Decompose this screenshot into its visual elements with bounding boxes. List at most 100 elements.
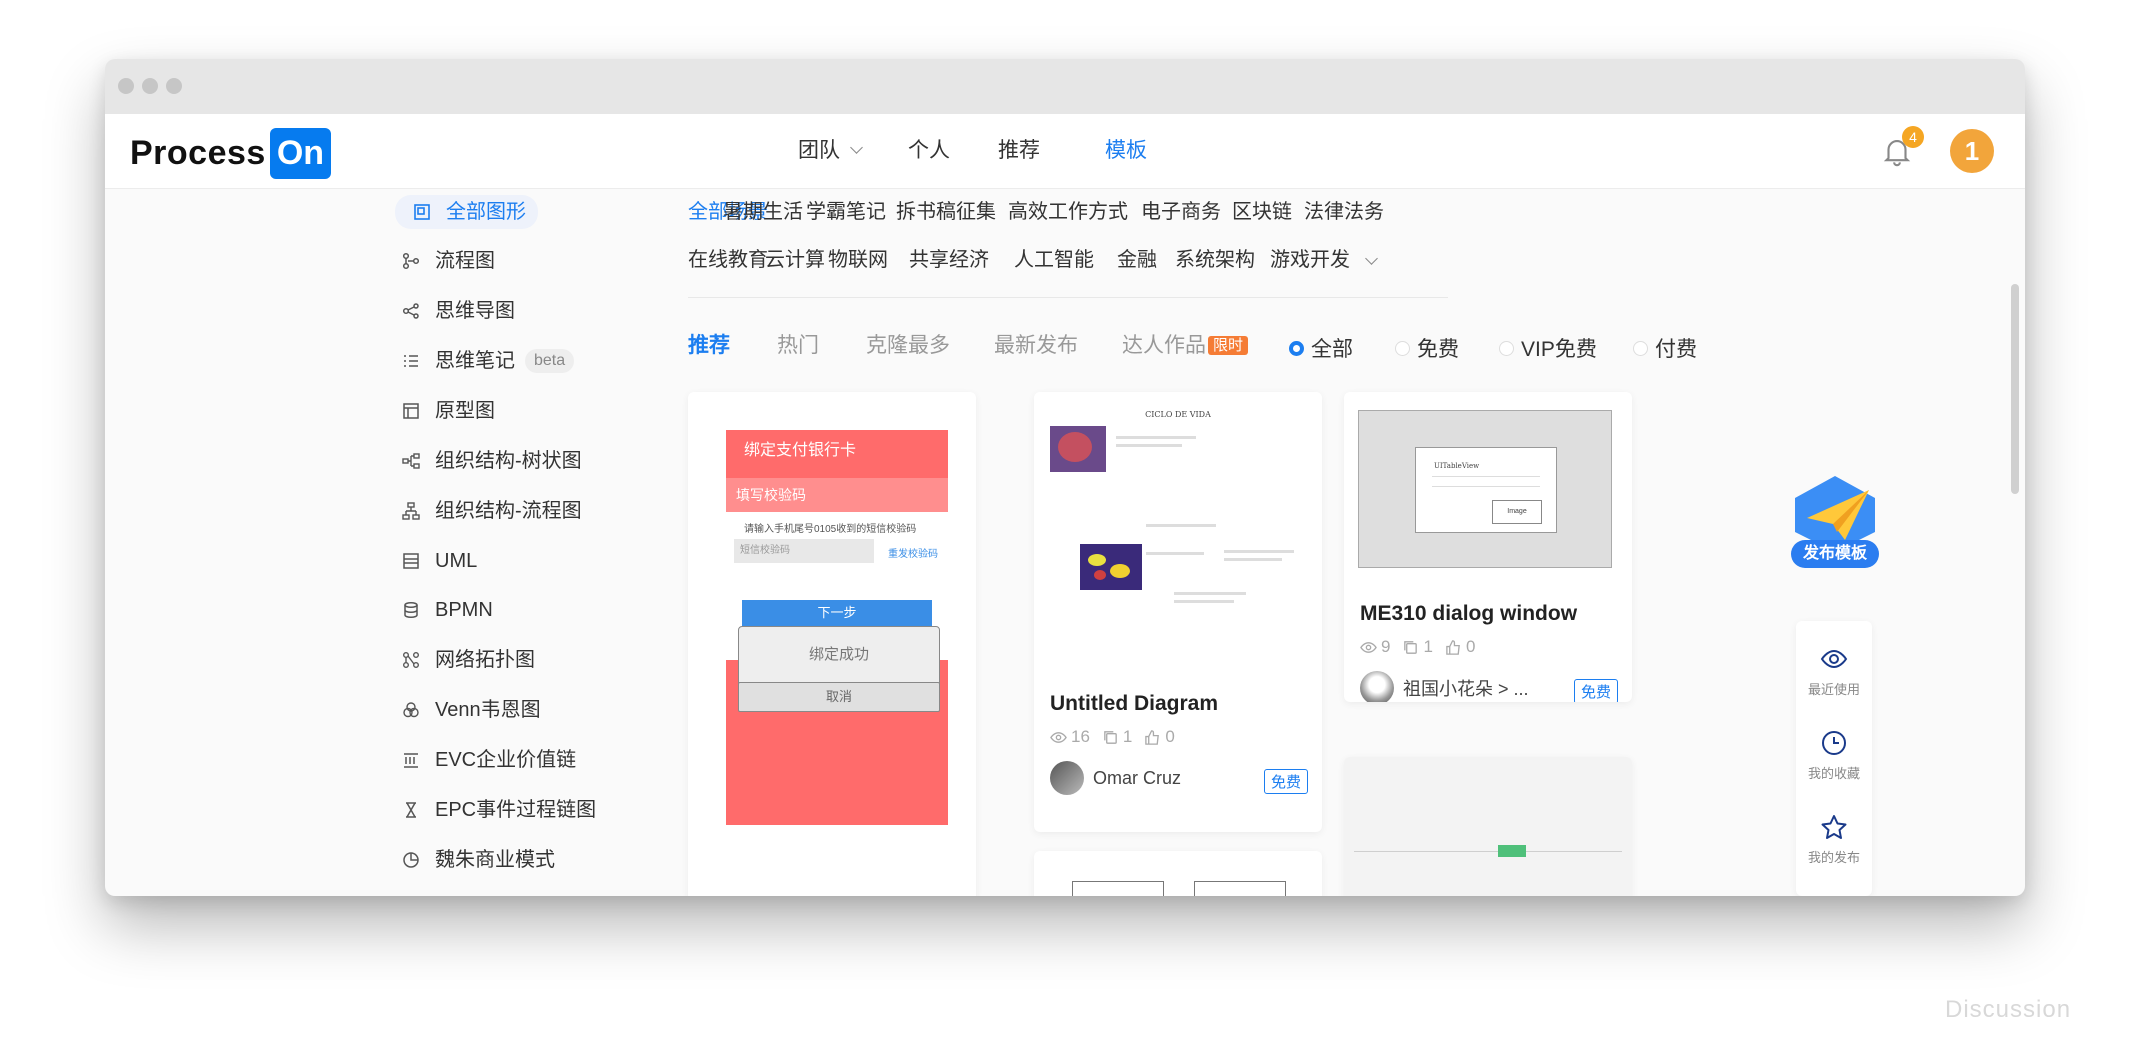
logo-badge: On (269, 128, 332, 179)
sidebar-item-all-shapes[interactable]: 全部图形 (395, 195, 538, 229)
category-cloud[interactable]: 云计算 (765, 243, 825, 272)
tab-expert[interactable]: 达人作品 限时 (1122, 329, 1249, 359)
sidebar-item-network[interactable]: 网络拓扑图 (392, 644, 535, 676)
star-icon (1821, 815, 1847, 839)
card-author[interactable]: 祖国小花朵 > ... (1360, 671, 1529, 702)
epc-icon (406, 802, 416, 818)
window-close-button[interactable] (118, 78, 134, 94)
sidebar-item-org-flow[interactable]: 组织结构-流程图 (392, 495, 582, 527)
card-thumbnail (1354, 851, 1622, 852)
likes-count: 0 (1465, 637, 1476, 656)
tab-recommended[interactable]: 推荐 (688, 329, 730, 359)
thumbs-up-icon (1446, 639, 1460, 655)
sidebar-item-mind-notes[interactable]: 思维笔记 beta (392, 345, 575, 377)
category-legal[interactable]: 法律法务 (1304, 195, 1384, 224)
flowchart-icon (402, 252, 420, 270)
category-study-notes[interactable]: 学霸笔记 (806, 195, 886, 224)
clones-stat: 1 (1102, 727, 1132, 747)
tab-hot[interactable]: 热门 (777, 329, 819, 359)
price-all-radio[interactable]: 全部 (1289, 333, 1353, 363)
nav-team[interactable]: 团队 (798, 114, 863, 188)
category-book-notes[interactable]: 拆书稿征集 (896, 195, 996, 224)
sidebar-item-flowchart[interactable]: 流程图 (392, 245, 495, 277)
sidebar-item-mindmap[interactable]: 思维导图 (392, 295, 515, 327)
thumb-input: 短信校验码 (734, 539, 874, 563)
category-summer[interactable]: 暑期生活 (723, 195, 803, 224)
views-stat: 16 (1050, 727, 1090, 747)
thumb-window-button: Image (1492, 500, 1542, 524)
template-card[interactable]: 绑定支付银行卡 填写校验码 请输入手机尾号0105收到的短信校验码 短信校验码 … (688, 392, 976, 896)
category-ai[interactable]: 人工智能 (1014, 243, 1094, 272)
publish-template-label: 发布模板 (1791, 540, 1879, 568)
views-stat: 9 (1360, 637, 1390, 657)
sidebar-item-label: 全部图形 (446, 201, 526, 223)
category-architecture[interactable]: 系统架构 (1175, 243, 1255, 272)
sidebar-item-venn[interactable]: Venn韦恩图 (392, 694, 541, 726)
sidebar-item-label: 组织结构-流程图 (435, 500, 582, 522)
my-published-button[interactable]: 我的发布 (1796, 813, 1872, 866)
category-online-edu[interactable]: 在线教育 (688, 243, 768, 272)
category-work[interactable]: 高效工作方式 (1008, 195, 1128, 224)
category-blockchain[interactable]: 区块链 (1232, 195, 1292, 224)
recent-button[interactable]: 最近使用 (1796, 645, 1872, 698)
sidebar-item-org-tree[interactable]: 组织结构-树状图 (392, 445, 582, 477)
template-card[interactable]: UITableView Image ME310 dialog window 9 … (1344, 392, 1632, 702)
price-paid-radio[interactable]: 付费 (1633, 333, 1697, 363)
radio-label: VIP免费 (1521, 338, 1597, 361)
nav-recommend[interactable]: 推荐 (998, 114, 1040, 188)
recent-label: 最近使用 (1807, 682, 1860, 697)
card-author[interactable]: Omar Cruz (1050, 761, 1181, 795)
network-icon (403, 652, 419, 668)
chevron-down-icon[interactable] (1365, 252, 1378, 265)
user-avatar[interactable]: 1 (1950, 129, 1994, 173)
category-iot[interactable]: 物联网 (828, 243, 888, 272)
browser-window: Process On 团队 个人 推荐 模板 4 1 全部图形 流程图 思维导图… (105, 59, 2025, 896)
category-finance[interactable]: 金融 (1117, 243, 1157, 272)
sidebar-item-evc[interactable]: EVC企业价值链 (392, 744, 576, 776)
category-sharing[interactable]: 共享经济 (909, 243, 989, 272)
sidebar-item-label: UML (435, 550, 478, 572)
category-game-dev[interactable]: 游戏开发 (1270, 243, 1350, 272)
favorites-button[interactable]: 我的收藏 (1796, 729, 1872, 782)
price-vip-radio[interactable]: VIP免费 (1499, 333, 1597, 363)
template-card[interactable] (1034, 851, 1322, 896)
mindmap-icon (402, 303, 419, 319)
template-card[interactable]: CICLO DE VIDA Untitled Diagram 16 1 0 Om… (1034, 392, 1322, 832)
category-ecommerce[interactable]: 电子商务 (1141, 195, 1221, 224)
pie-icon (403, 852, 419, 868)
thumb-image (1050, 426, 1106, 472)
thumb-cancel: 取消 (738, 682, 940, 712)
price-free-radio[interactable]: 免费 (1395, 333, 1459, 363)
tab-latest[interactable]: 最新发布 (994, 329, 1078, 359)
radio-label: 免费 (1417, 338, 1459, 361)
list-icon (404, 355, 418, 367)
scrollbar[interactable] (2011, 284, 2019, 494)
author-name: 祖国小花朵 > ... (1403, 679, 1529, 699)
nav-templates[interactable]: 模板 (1105, 114, 1147, 188)
nav-personal[interactable]: 个人 (908, 114, 950, 188)
venn-icon (403, 702, 419, 718)
shapes-icon (414, 204, 430, 220)
template-card[interactable] (1344, 757, 1632, 896)
tab-most-cloned[interactable]: 克隆最多 (866, 329, 950, 359)
window-minimize-button[interactable] (142, 78, 158, 94)
thumb-window-title: UITableView (1434, 462, 1480, 470)
uml-icon (403, 553, 419, 569)
publish-template-button[interactable]: 发布模板 (1787, 474, 1883, 574)
sidebar-item-epc[interactable]: EPC事件过程链图 (392, 794, 596, 826)
sidebar-item-label: EPC事件过程链图 (435, 799, 597, 821)
sidebar-item-prototype[interactable]: 原型图 (392, 395, 495, 427)
sidebar-item-business-model[interactable]: 魏朱商业模式 (392, 844, 555, 876)
window-maximize-button[interactable] (166, 78, 182, 94)
org-tree-icon (402, 453, 420, 469)
thumb-image (1080, 544, 1142, 590)
watermark: Discussion (1945, 996, 2072, 1023)
beta-badge: beta (525, 349, 575, 373)
favorites-label: 我的收藏 (1807, 766, 1860, 781)
sidebar-item-bpmn[interactable]: BPMN (392, 594, 493, 626)
thumb-title: CICLO DE VIDA (1145, 410, 1211, 419)
sidebar-item-uml[interactable]: UML (392, 545, 477, 577)
thumb-resend: 重发校验码 (888, 549, 938, 560)
tab-expert-label: 达人作品 (1122, 334, 1206, 357)
processon-logo[interactable]: Process On (130, 128, 332, 179)
